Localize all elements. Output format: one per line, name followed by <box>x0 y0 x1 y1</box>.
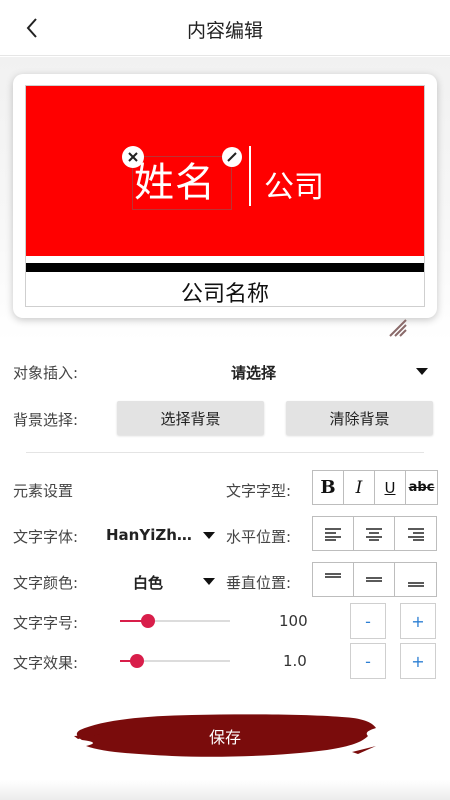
align-bottom-button[interactable] <box>395 563 436 596</box>
font-size-increase-button[interactable]: + <box>400 603 436 639</box>
text-color-select[interactable]: 白色 <box>133 572 163 593</box>
bold-button[interactable]: B <box>313 471 344 504</box>
clear-background-button[interactable]: 清除背景 <box>286 401 433 435</box>
align-center-button[interactable] <box>354 517 395 550</box>
align-left-icon <box>325 527 341 541</box>
italic-label: I <box>355 477 363 498</box>
underline-label: U <box>384 478 396 497</box>
save-label: 保存 <box>208 728 241 747</box>
text-color-label: 文字颜色: <box>13 574 79 592</box>
close-icon <box>128 152 138 162</box>
font-style-group: B I U abc <box>312 470 438 505</box>
underline-button[interactable]: U <box>375 471 406 504</box>
divider <box>26 452 424 453</box>
align-left-button[interactable] <box>313 517 354 550</box>
vertical-align-label: 垂直位置: <box>226 574 292 592</box>
company-name-element[interactable]: 公司名称 <box>26 276 424 308</box>
font-family-select[interactable]: HanYiZh… <box>106 526 192 544</box>
font-size-slider-thumb[interactable] <box>141 614 155 628</box>
edit-element-button[interactable] <box>222 147 242 167</box>
text-effect-increase-button[interactable]: + <box>400 643 436 679</box>
delete-element-button[interactable] <box>122 146 144 168</box>
color-dropdown-caret-icon[interactable] <box>203 578 215 585</box>
card-preview: 姓名 公司 公司名称 <box>13 74 437 318</box>
horizontal-align-label: 水平位置: <box>226 528 292 546</box>
font-dropdown-caret-icon[interactable] <box>203 532 215 539</box>
vertical-divider <box>249 146 251 206</box>
text-effect-slider-thumb[interactable] <box>130 654 144 668</box>
business-card: 姓名 公司 公司名称 <box>25 85 425 307</box>
insert-label: 对象插入: <box>13 364 79 382</box>
strikethrough-label: abc <box>408 480 435 495</box>
horizontal-align-group <box>312 516 437 551</box>
text-effect-value: 1.0 <box>283 652 307 670</box>
font-size-label: 文字字号: <box>13 614 79 632</box>
vertical-align-group <box>312 562 437 597</box>
element-settings-label: 元素设置 <box>13 482 74 500</box>
font-size-value: 100 <box>279 612 308 630</box>
bottom-edge <box>0 780 450 800</box>
bold-label: B <box>320 477 336 498</box>
choose-background-button[interactable]: 选择背景 <box>117 401 264 435</box>
name-text-element[interactable]: 姓名 <box>134 150 216 208</box>
background-label: 背景选择: <box>13 411 79 429</box>
card-stripe <box>26 263 424 272</box>
align-top-icon <box>325 572 341 578</box>
resize-handle[interactable] <box>388 318 408 338</box>
font-style-label: 文字字型: <box>226 482 292 500</box>
font-size-decrease-button[interactable]: - <box>350 603 386 639</box>
align-center-icon <box>366 527 382 541</box>
company-text-element[interactable]: 公司 <box>264 162 324 206</box>
align-right-button[interactable] <box>395 517 436 550</box>
font-family-label: 文字字体: <box>13 528 79 546</box>
top-bar: 内容编辑 <box>0 0 450 56</box>
save-button[interactable]: 保存 <box>72 706 378 762</box>
page-title: 内容编辑 <box>186 20 263 42</box>
italic-button[interactable]: I <box>344 471 375 504</box>
text-effect-label: 文字效果: <box>13 654 79 672</box>
pencil-icon <box>227 152 237 162</box>
dropdown-caret-icon[interactable] <box>416 368 428 375</box>
strikethrough-button[interactable]: abc <box>406 471 437 504</box>
align-right-icon <box>407 527 424 541</box>
align-middle-icon <box>366 576 382 582</box>
insert-select[interactable]: 请选择 <box>231 362 276 383</box>
text-effect-decrease-button[interactable]: - <box>350 643 386 679</box>
resize-icon <box>389 319 407 337</box>
align-bottom-icon <box>407 581 424 587</box>
card-background[interactable]: 姓名 公司 <box>26 86 424 256</box>
align-middle-button[interactable] <box>354 563 395 596</box>
align-top-button[interactable] <box>313 563 354 596</box>
